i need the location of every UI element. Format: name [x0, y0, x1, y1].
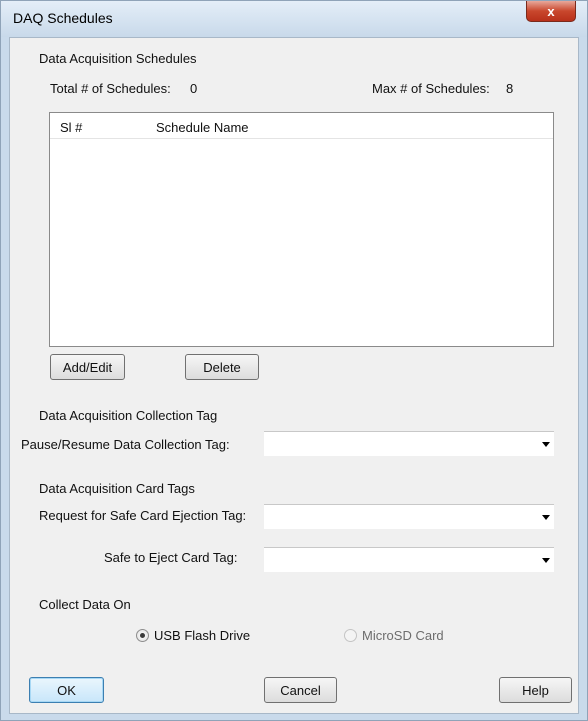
radio-icon — [344, 629, 357, 642]
delete-button[interactable]: Delete — [185, 354, 259, 380]
window-title: DAQ Schedules — [13, 10, 113, 26]
microsd-card-label: MicroSD Card — [362, 628, 444, 643]
column-header-schedule-name[interactable]: Schedule Name — [156, 120, 249, 135]
close-icon: x — [547, 3, 555, 19]
total-schedules-label: Total # of Schedules: — [50, 81, 171, 96]
usb-flash-drive-label: USB Flash Drive — [154, 628, 251, 643]
safe-ejection-tag-dropdown[interactable] — [264, 504, 554, 529]
dialog-body: Data Acquisition Schedules Total # of Sc… — [9, 37, 579, 714]
list-header: Sl # Schedule Name — [50, 113, 553, 139]
safe-ejection-tag-label: Request for Safe Card Ejection Tag: — [39, 508, 247, 523]
usb-flash-drive-option[interactable]: USB Flash Drive — [136, 627, 276, 645]
collect-data-on-label: Collect Data On — [39, 597, 131, 612]
cancel-button[interactable]: Cancel — [264, 677, 337, 703]
column-header-sl[interactable]: Sl # — [60, 120, 82, 135]
schedule-list[interactable]: Sl # Schedule Name — [49, 112, 554, 347]
collection-tag-group-label: Data Acquisition Collection Tag — [39, 408, 218, 423]
total-schedules-value: 0 — [190, 81, 198, 96]
title-bar[interactable]: DAQ Schedules x — [1, 1, 587, 37]
chevron-down-icon[interactable] — [542, 515, 550, 520]
chevron-down-icon[interactable] — [542, 558, 550, 563]
pause-resume-tag-dropdown[interactable] — [264, 431, 554, 456]
max-schedules-value: 8 — [506, 81, 514, 96]
ok-button[interactable]: OK — [29, 677, 104, 703]
microsd-card-option: MicroSD Card — [344, 627, 464, 645]
radio-icon[interactable] — [136, 629, 149, 642]
card-tags-group-label: Data Acquisition Card Tags — [39, 481, 195, 496]
dialog-window: DAQ Schedules x Data Acquisition Schedul… — [0, 0, 588, 721]
help-button[interactable]: Help — [499, 677, 572, 703]
add-edit-button[interactable]: Add/Edit — [50, 354, 125, 380]
pause-resume-tag-label: Pause/Resume Data Collection Tag: — [21, 437, 230, 452]
schedules-group-label: Data Acquisition Schedules — [39, 51, 197, 66]
safe-to-eject-tag-dropdown[interactable] — [264, 547, 554, 572]
max-schedules-label: Max # of Schedules: — [372, 81, 490, 96]
safe-to-eject-tag-label: Safe to Eject Card Tag: — [104, 550, 238, 565]
close-button[interactable]: x — [526, 1, 576, 22]
chevron-down-icon[interactable] — [542, 442, 550, 447]
